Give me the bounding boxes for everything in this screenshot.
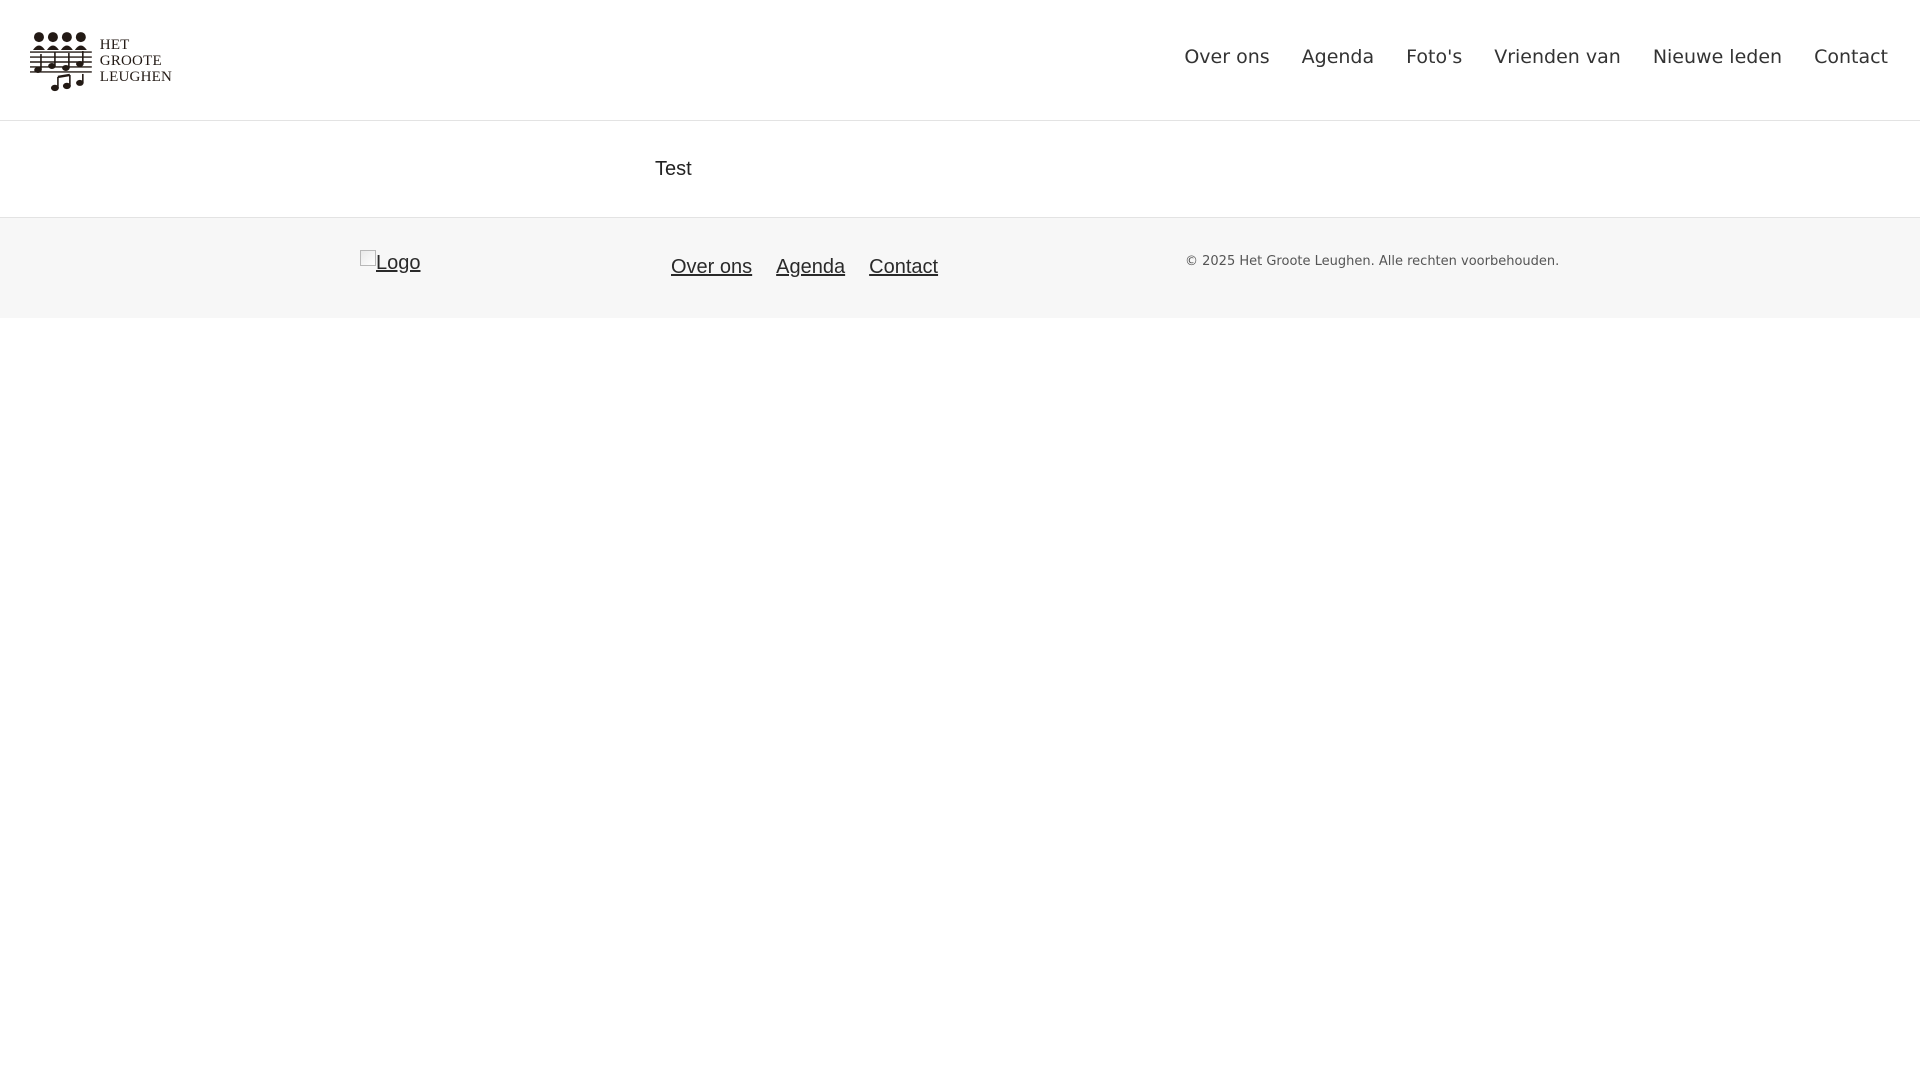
- footer-logo-alt-text: Logo: [376, 252, 421, 274]
- nav-link-nieuwe-leden[interactable]: Nieuwe leden: [1653, 46, 1782, 68]
- footer-link-over-ons[interactable]: Over ons: [671, 256, 752, 279]
- nav-link-fotos[interactable]: Foto's: [1406, 46, 1462, 68]
- logo-line-3: LEUGHEN: [99, 69, 172, 85]
- site-footer: Logo Over ons Agenda Contact © 2025 Het …: [0, 218, 1920, 318]
- main-text: Test: [655, 158, 692, 180]
- footer-logo-link[interactable]: Logo: [360, 250, 421, 275]
- main-content: Test: [0, 121, 1920, 218]
- logo-line-1: HET: [99, 37, 130, 53]
- site-header: HET GROOTE LEUGHEN Over ons Agenda Foto'…: [0, 0, 1920, 121]
- footer-link-contact[interactable]: Contact: [869, 256, 938, 279]
- logo-line-2: GROOTE: [99, 53, 162, 69]
- nav-link-contact[interactable]: Contact: [1814, 46, 1888, 68]
- footer-links: Over ons Agenda Contact: [671, 256, 938, 279]
- footer-link-agenda[interactable]: Agenda: [776, 256, 845, 279]
- nav-link-over-ons[interactable]: Over ons: [1184, 46, 1269, 68]
- main-nav: Over ons Agenda Foto's Vrienden van Nieu…: [1184, 46, 1888, 68]
- logo-text: HET GROOTE LEUGHEN: [100, 37, 172, 85]
- broken-image-icon: [360, 250, 376, 266]
- copyright-text: © 2025 Het Groote Leughen. Alle rechten …: [1185, 254, 1560, 269]
- site-logo[interactable]: HET GROOTE LEUGHEN: [30, 28, 172, 94]
- nav-link-vrienden-van[interactable]: Vrienden van: [1494, 46, 1621, 68]
- choir-music-notes-icon: [30, 32, 92, 92]
- nav-link-agenda[interactable]: Agenda: [1302, 46, 1375, 68]
